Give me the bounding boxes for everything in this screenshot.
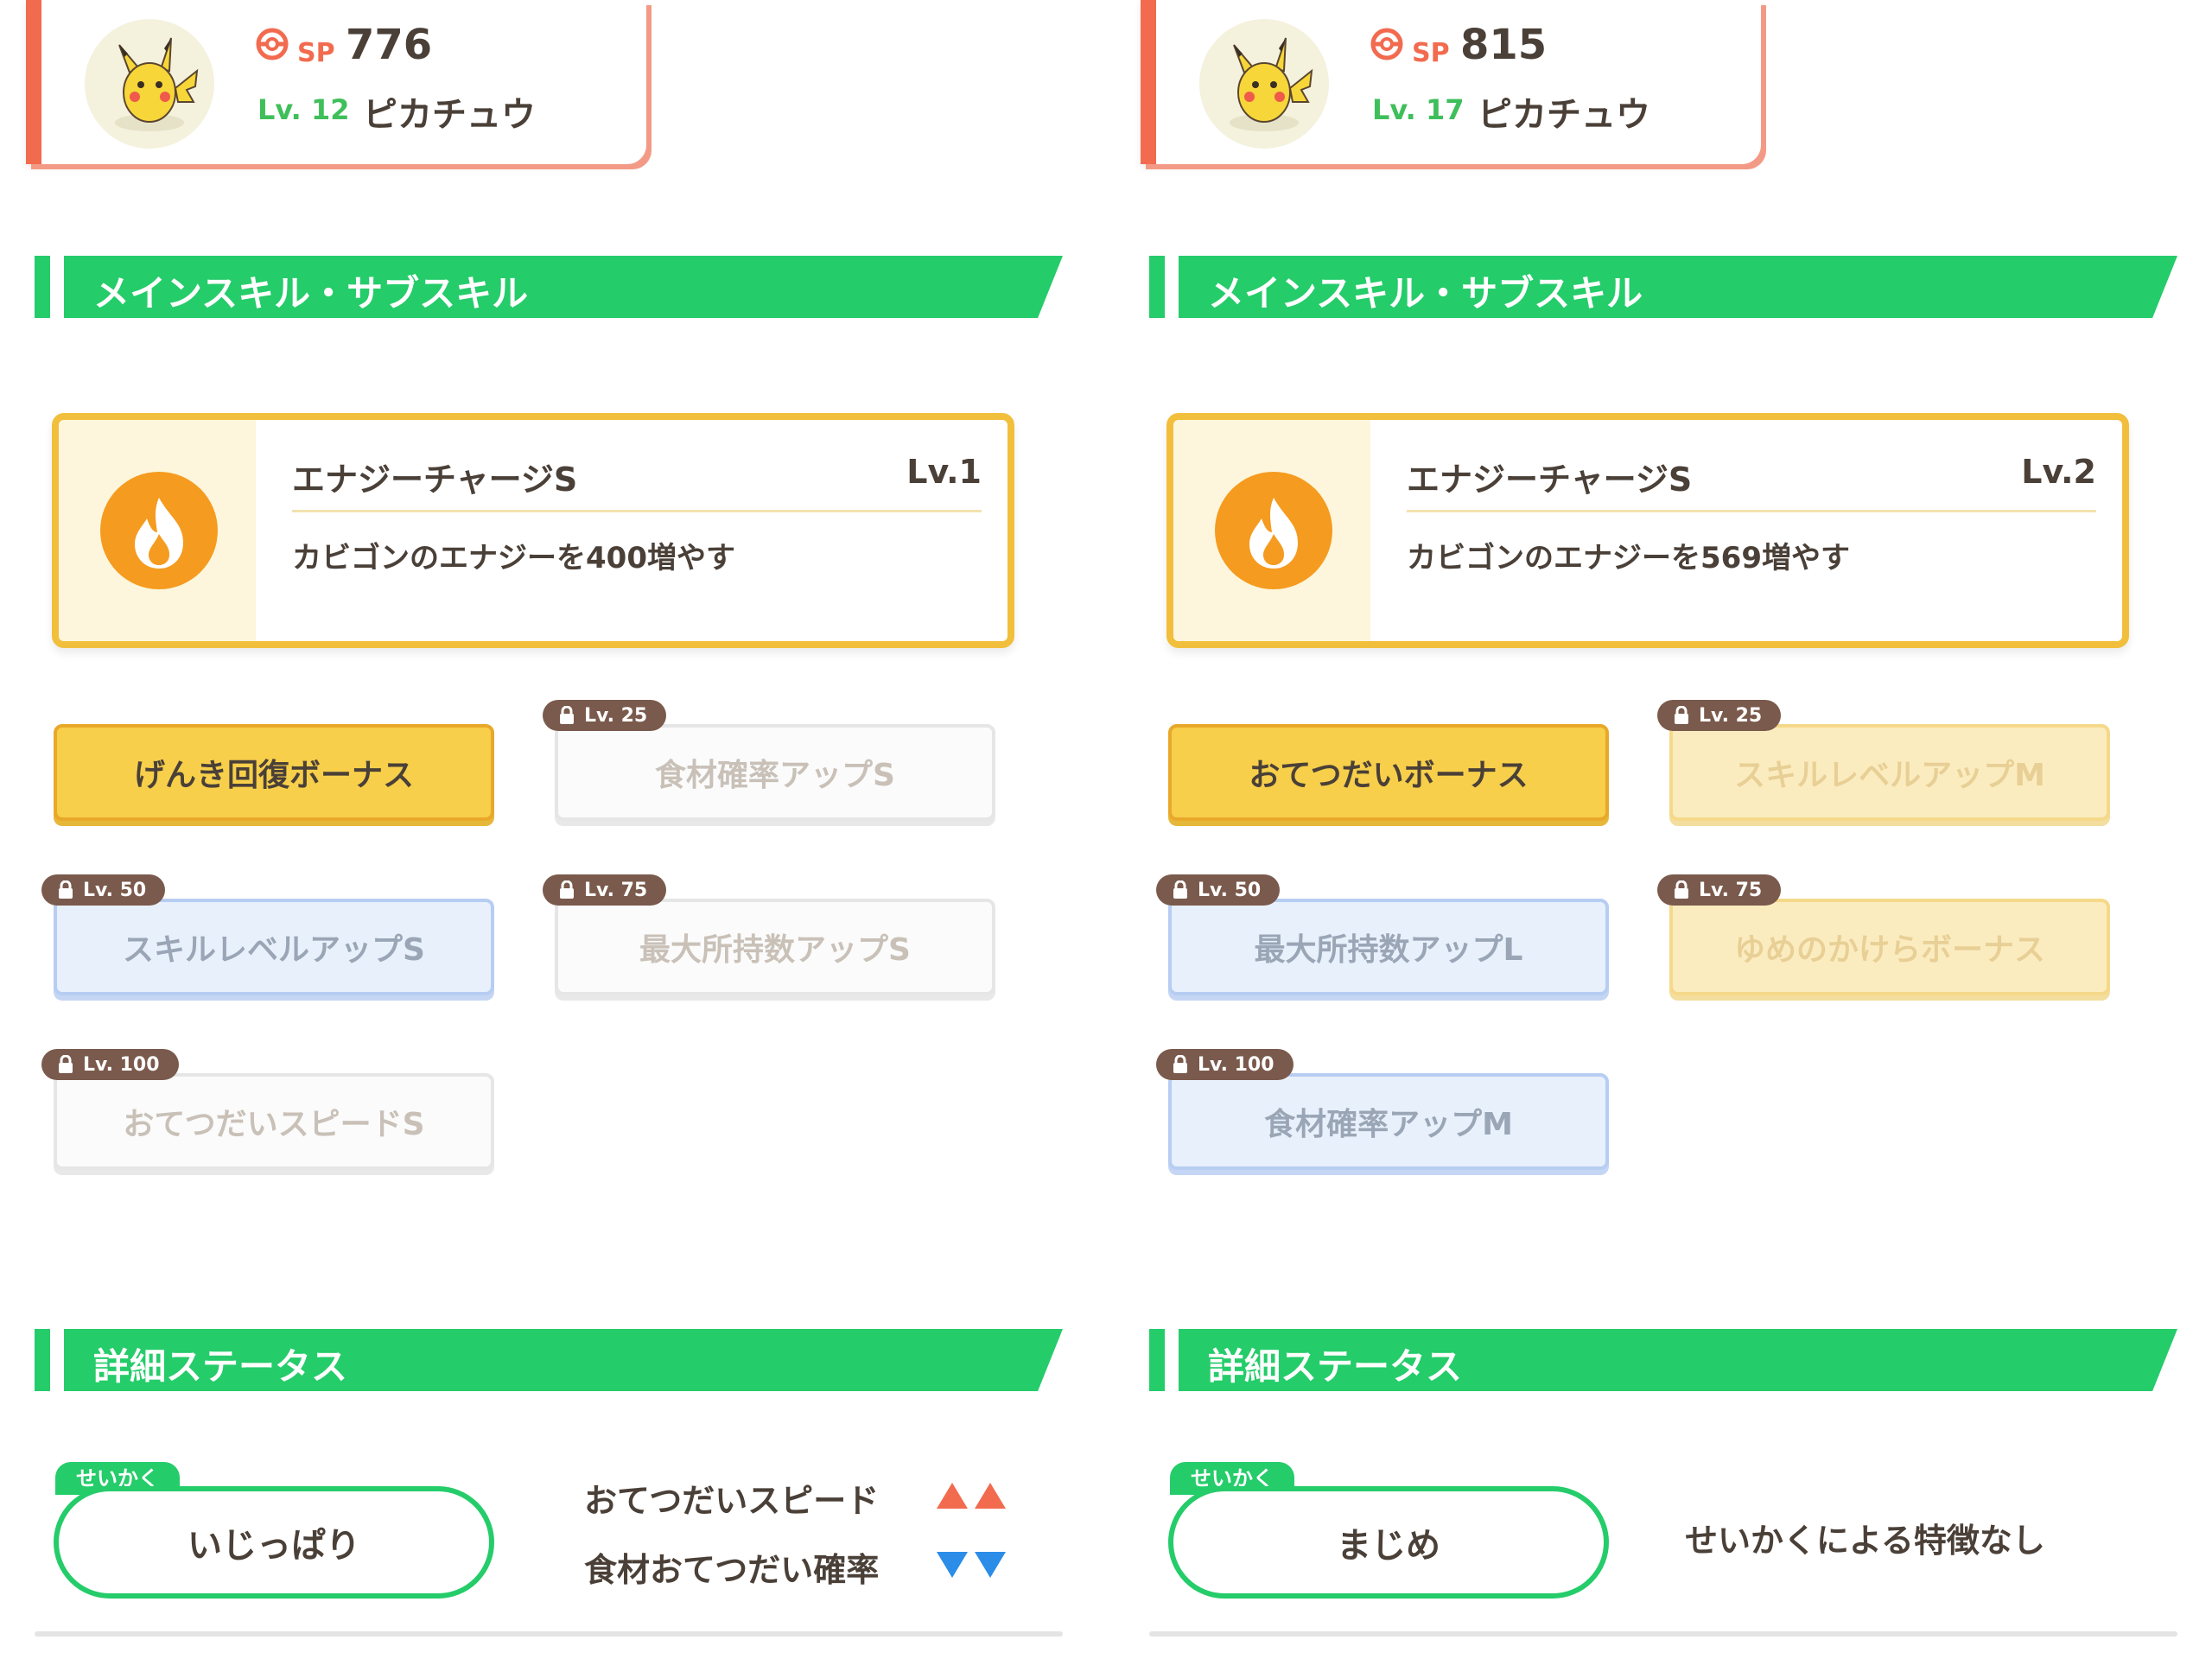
pokeball-icon — [256, 28, 289, 60]
lock-badge: Lv. 25 — [543, 700, 667, 731]
pokemon-header-card[interactable]: SP 815 Lv. 17 ピカチュウ — [1141, 0, 1761, 164]
flame-icon — [100, 472, 218, 589]
pokemon-header-card[interactable]: SP 776 Lv. 12 ピカチュウ — [26, 0, 646, 164]
lock-badge: Lv. 50 — [1156, 874, 1281, 906]
section-title: メインスキル・サブスキル — [93, 272, 529, 315]
down-arrows-icon — [937, 1552, 1006, 1578]
lock-icon — [560, 706, 574, 724]
divider — [1407, 510, 2096, 512]
lock-icon — [1173, 880, 1187, 899]
lock-badge: Lv. 75 — [543, 874, 667, 906]
lock-badge: Lv. 100 — [41, 1049, 179, 1080]
section-banner-status: 詳細ステータス — [1149, 1329, 2177, 1391]
lock-level: Lv. 50 — [83, 879, 147, 901]
sub-skill-label: スキルレベルアップM — [1734, 758, 2045, 793]
sub-skill-label: おてつだいボーナス — [1249, 758, 1529, 793]
main-skill-level: Lv.1 — [906, 453, 982, 491]
lock-icon — [59, 880, 73, 899]
main-skill-name: エナジーチャージS — [292, 461, 578, 499]
nature-pill[interactable]: まじめ — [1168, 1486, 1609, 1599]
flame-icon — [1215, 472, 1332, 589]
sp-label: SP — [1412, 38, 1450, 68]
section-title: 詳細ステータス — [1208, 1345, 1463, 1388]
sub-skill-button[interactable]: スキルレベルアップS — [54, 899, 494, 995]
sub-skill-button[interactable]: 最大所持数アップL — [1168, 899, 1609, 995]
sub-skill-button[interactable]: 最大所持数アップS — [555, 899, 995, 995]
pokemon-level: Lv. 17 — [1372, 93, 1465, 126]
up-arrows-icon — [937, 1483, 1006, 1509]
lock-level: Lv. 100 — [1198, 1053, 1274, 1076]
nature-down-stat: 食材おてつだい確率 — [584, 1551, 880, 1589]
sub-skill-label: 食材確率アップS — [655, 758, 895, 793]
sub-skill-label: 最大所持数アップS — [639, 932, 911, 968]
lock-level: Lv. 100 — [83, 1053, 160, 1076]
divider — [35, 1631, 1063, 1637]
lock-level: Lv. 75 — [1699, 879, 1763, 901]
sub-skill-button[interactable]: 食材確率アップS — [555, 724, 995, 821]
pikachu-avatar — [85, 19, 214, 149]
sub-skill-label: げんき回復ボーナス — [133, 758, 414, 793]
pokemon-panel-right: SP 815 Lv. 17 ピカチュウ メインスキル・サブスキル エナジーチャー… — [1115, 0, 2212, 1659]
lock-icon — [1675, 706, 1688, 724]
lock-level: Lv. 25 — [584, 704, 648, 727]
sub-skill-button[interactable]: ゆめのかけらボーナス — [1669, 899, 2110, 995]
sub-skill-button[interactable]: おてつだいボーナス — [1168, 724, 1609, 821]
pikachu-avatar — [1199, 19, 1329, 149]
main-skill-card[interactable]: エナジーチャージS Lv.1 カビゴンのエナジーを400増やす — [52, 413, 1014, 648]
nature-no-effect: せいかくによる特徴なし — [1685, 1522, 2045, 1560]
lock-badge: Lv. 75 — [1657, 874, 1782, 906]
lock-level: Lv. 25 — [1699, 704, 1763, 727]
lock-icon — [1675, 880, 1688, 899]
section-banner-skills: メインスキル・サブスキル — [1149, 256, 2177, 318]
main-skill-description: カビゴンのエナジーを569増やす — [1407, 541, 1850, 575]
lock-icon — [59, 1055, 73, 1073]
main-skill-name: エナジーチャージS — [1407, 461, 1693, 499]
section-title: メインスキル・サブスキル — [1208, 272, 1643, 315]
sub-skill-button[interactable]: げんき回復ボーナス — [54, 724, 494, 821]
nature-up-stat: おてつだいスピード — [584, 1482, 880, 1520]
sp-value: 776 — [346, 21, 433, 69]
lock-icon — [1173, 1055, 1187, 1073]
sub-skill-button[interactable]: 食材確率アップM — [1168, 1073, 1609, 1170]
lock-badge: Lv. 100 — [1156, 1049, 1294, 1080]
lock-badge: Lv. 25 — [1657, 700, 1782, 731]
section-banner-status: 詳細ステータス — [35, 1329, 1063, 1391]
sub-skill-label: ゆめのかけらボーナス — [1733, 932, 2045, 968]
lock-level: Lv. 75 — [584, 879, 648, 901]
lock-badge: Lv. 50 — [41, 874, 166, 906]
sub-skill-label: 食材確率アップM — [1264, 1107, 1513, 1142]
pokemon-panel-left: SP 776 Lv. 12 ピカチュウ メインスキル・サブスキル エナジーチャー… — [0, 0, 1097, 1659]
sub-skill-button[interactable]: スキルレベルアップM — [1669, 724, 2110, 821]
pokemon-level: Lv. 12 — [257, 93, 350, 126]
nature-name: いじっぱり — [188, 1526, 360, 1566]
pokemon-name: ピカチュウ — [1478, 95, 1650, 135]
sp-label: SP — [297, 38, 335, 68]
section-banner-skills: メインスキル・サブスキル — [35, 256, 1063, 318]
nature-pill[interactable]: いじっぱり — [54, 1486, 494, 1599]
lock-level: Lv. 50 — [1198, 879, 1262, 901]
main-skill-card[interactable]: エナジーチャージS Lv.2 カビゴンのエナジーを569増やす — [1166, 413, 2129, 648]
sub-skill-button[interactable]: おてつだいスピードS — [54, 1073, 494, 1170]
section-title: 詳細ステータス — [93, 1345, 348, 1388]
divider — [292, 510, 982, 512]
sub-skill-label: 最大所持数アップL — [1254, 932, 1523, 968]
sub-skill-label: おてつだいスピードS — [123, 1107, 425, 1142]
pokeball-icon — [1370, 28, 1403, 60]
sub-skill-label: スキルレベルアップS — [123, 932, 425, 968]
pokemon-name: ピカチュウ — [363, 95, 536, 135]
nature-name: まじめ — [1337, 1526, 1440, 1566]
main-skill-description: カビゴンのエナジーを400増やす — [292, 541, 735, 575]
divider — [1149, 1631, 2177, 1637]
lock-icon — [560, 880, 574, 899]
sp-value: 815 — [1460, 21, 1548, 69]
main-skill-level: Lv.2 — [2021, 453, 2096, 491]
